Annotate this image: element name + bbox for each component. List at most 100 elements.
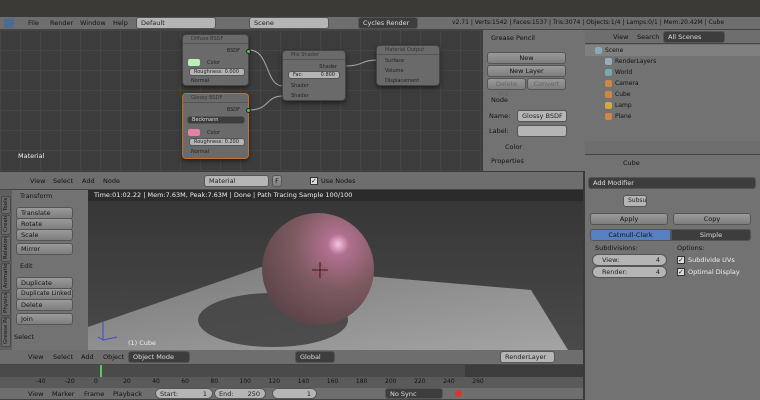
outliner-item[interactable]: RenderLayers — [585, 56, 760, 67]
node-glossy-bsdf[interactable]: Glossy BSDF BSDF Beckmann Color Roughnes… — [182, 93, 251, 159]
node-label-field[interactable] — [517, 125, 567, 137]
menu-view[interactable]: View — [613, 33, 628, 41]
menu-render[interactable]: Render — [50, 19, 73, 27]
convert-button[interactable]: Convert — [527, 78, 566, 90]
menu-select[interactable]: Select — [53, 353, 73, 361]
view-levels-field[interactable]: View: 4 — [592, 254, 667, 266]
end-frame-field[interactable]: End: 250 — [214, 388, 266, 399]
use-nodes-checkbox[interactable]: ✓ — [310, 177, 318, 185]
outliner-item[interactable]: Camera — [585, 78, 760, 89]
menu-select[interactable]: Select — [53, 177, 73, 185]
subdivide-uvs-checkbox[interactable]: ✓ — [677, 256, 685, 264]
optimal-display-checkbox[interactable]: ✓ — [677, 268, 685, 276]
menu-view[interactable]: View — [30, 177, 45, 185]
tab-physics[interactable]: Physics — [1, 292, 11, 316]
sync-select[interactable]: No Sync — [385, 388, 443, 399]
menu-help[interactable]: Help — [113, 19, 128, 27]
scene-filter-select[interactable]: All Scenes — [663, 31, 725, 43]
3d-viewport[interactable]: Time:01:02.22 | Mem:7.63M, Peak:7.63M | … — [88, 190, 583, 350]
menu-search[interactable]: Search — [637, 33, 659, 41]
render-layer-button[interactable]: RenderLayer — [500, 351, 555, 363]
menu-marker[interactable]: Marker — [52, 390, 74, 398]
outliner-item[interactable]: Lamp — [585, 100, 760, 111]
properties-section-header[interactable]: Properties — [491, 157, 524, 165]
menu-playback[interactable]: Playback — [113, 390, 142, 398]
fac-field[interactable]: Fac: 0.800 — [288, 71, 340, 79]
distribution-select[interactable]: Beckmann — [187, 116, 245, 124]
fake-user-button[interactable]: F — [272, 175, 282, 187]
color-section-header[interactable]: Color — [505, 143, 522, 151]
node-name-field[interactable]: Glossy BSDF — [517, 110, 567, 122]
socket[interactable] — [246, 49, 251, 54]
render-levels-field[interactable]: Render: 4 — [592, 266, 667, 278]
edit-header[interactable]: Edit — [20, 262, 33, 270]
roughness-field[interactable]: Roughness: 0.000 — [189, 68, 245, 76]
menu-node[interactable]: Node — [103, 177, 120, 185]
scene-select[interactable]: Scene — [249, 17, 329, 29]
tab-relations[interactable]: Relations — [1, 236, 11, 262]
new-button[interactable]: New — [487, 52, 566, 64]
tab-simple[interactable]: Simple — [671, 229, 751, 241]
tool-shelf-tabs: Tools Create Relations Animation Physics… — [0, 190, 12, 350]
output-shader: Shader — [319, 64, 337, 70]
delete-button[interactable]: Delete — [16, 299, 73, 311]
color-swatch[interactable] — [188, 129, 200, 136]
node-section-header[interactable]: Node — [491, 96, 508, 104]
menu-add[interactable]: Add — [82, 177, 95, 185]
tab-grease-pencil[interactable]: Grease Pencil — [1, 317, 11, 347]
active-object-label: (1) Cube — [128, 339, 157, 347]
outliner-item[interactable]: Plane — [585, 111, 760, 122]
properties-tabs[interactable] — [585, 141, 760, 155]
current-frame-field[interactable]: 1 — [272, 388, 317, 399]
tab-tools[interactable]: Tools — [1, 196, 11, 214]
mode-select[interactable]: Object Mode — [128, 351, 190, 363]
node-mix-shader[interactable]: Mix Shader Shader Fac: 0.800 Shader Shad… — [282, 50, 346, 101]
add-modifier-select[interactable]: Add Modifier — [588, 177, 756, 189]
new-layer-button[interactable]: New Layer — [487, 65, 566, 77]
current-frame-line[interactable] — [100, 365, 102, 377]
node-diffuse-bsdf[interactable]: Diffuse BSDF BSDF Color Roughness: 0.000… — [182, 34, 251, 86]
transform-header[interactable]: Transform — [20, 192, 52, 200]
menu-frame[interactable]: Frame — [84, 390, 104, 398]
render-engine-select[interactable]: Cycles Render — [358, 17, 418, 29]
delete-frame-button[interactable]: Delete Fra... — [487, 78, 526, 98]
fac-value: 0.800 — [320, 72, 335, 78]
start-frame-field[interactable]: Start: 1 — [155, 388, 213, 399]
mirror-button[interactable]: Mirror — [16, 243, 73, 255]
record-icon[interactable] — [455, 390, 462, 397]
apply-button[interactable]: Apply — [590, 213, 668, 225]
menu-object[interactable]: Object — [103, 353, 124, 361]
modifier-name-field[interactable]: Subsu — [623, 195, 647, 207]
menu-view[interactable]: View — [28, 390, 43, 398]
timeline-tick: -40 — [35, 378, 46, 385]
grease-pencil-header[interactable]: Grease Pencil — [491, 34, 535, 42]
outliner-item[interactable]: Cube — [585, 89, 760, 100]
render-label: Render: — [602, 268, 628, 276]
tab-animation[interactable]: Animation — [1, 263, 11, 291]
layout-select[interactable]: Default — [136, 17, 216, 29]
join-button[interactable]: Join — [16, 313, 73, 325]
node-material-output[interactable]: Material Output Surface Volume Displacem… — [376, 45, 440, 86]
color-swatch[interactable] — [188, 59, 200, 66]
roughness-field[interactable]: Roughness: 0.200 — [189, 138, 245, 146]
object-icon — [605, 91, 612, 98]
outliner-item[interactable]: World — [585, 67, 760, 78]
sphere-object[interactable] — [262, 213, 374, 325]
menu-file[interactable]: File — [28, 19, 39, 27]
select-header[interactable]: Select — [14, 333, 34, 341]
menu-add[interactable]: Add — [81, 353, 94, 361]
copy-button[interactable]: Copy — [673, 213, 751, 225]
viewport-scene — [88, 213, 568, 350]
node-editor[interactable]: Diffuse BSDF BSDF Color Roughness: 0.000… — [0, 30, 483, 171]
timeline[interactable]: -40 -20 0 20 40 60 80 100 120 140 160 180 200 220 240 2… — [0, 365, 583, 388]
scale-button[interactable]: Scale — [16, 229, 73, 241]
outliner-item[interactable]: Scene — [585, 45, 760, 56]
tab-create[interactable]: Create — [1, 215, 11, 235]
editor-type-icon[interactable] — [4, 18, 14, 28]
tab-catmull-clark[interactable]: Catmull-Clark — [590, 229, 671, 241]
menu-view[interactable]: View — [28, 353, 43, 361]
socket[interactable] — [246, 108, 251, 113]
menu-window[interactable]: Window — [80, 19, 106, 27]
material-select[interactable]: Material — [204, 175, 269, 187]
orientation-select[interactable]: Global — [295, 351, 335, 363]
